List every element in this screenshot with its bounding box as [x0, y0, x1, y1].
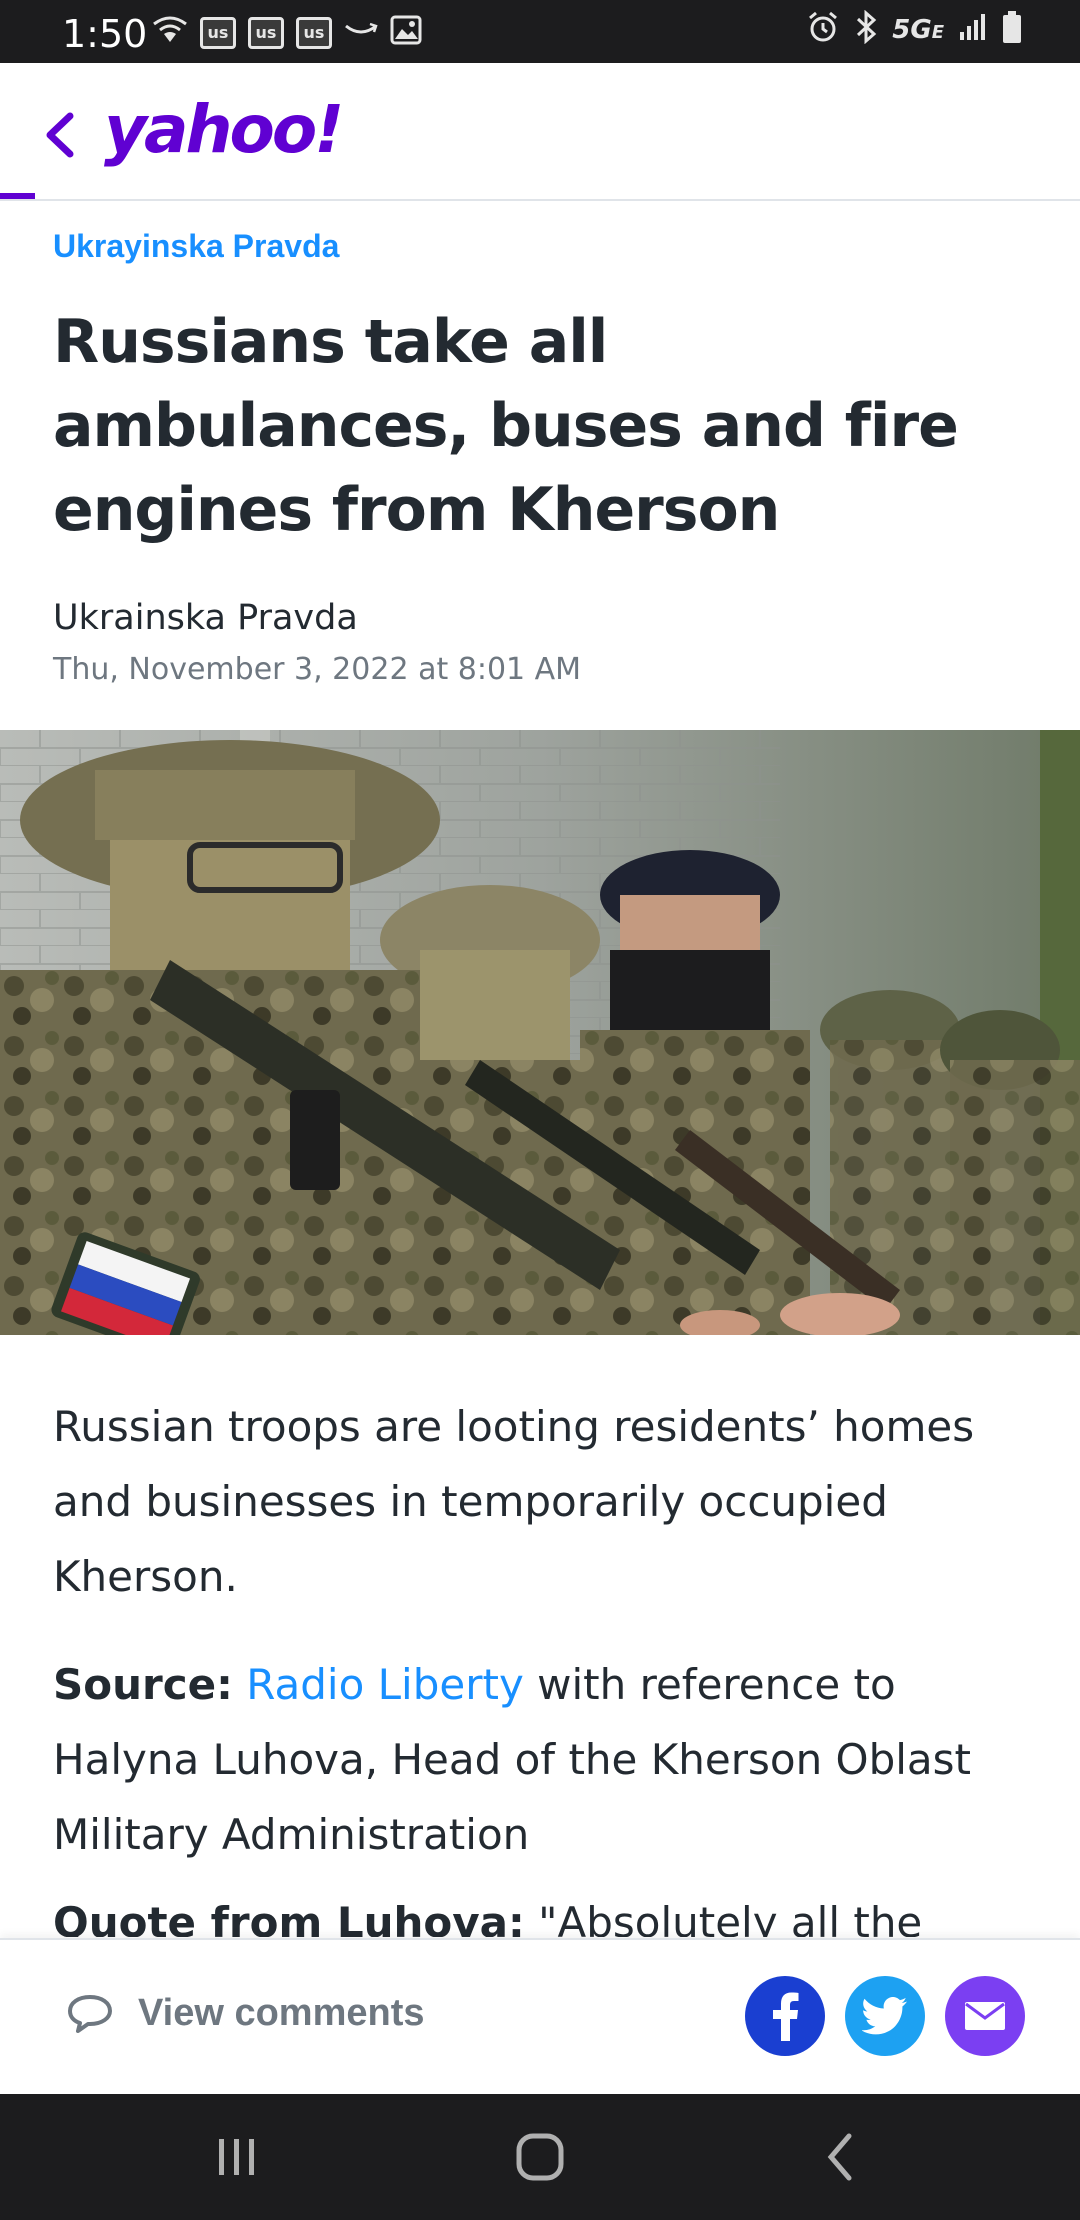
article-headline: Russians take all ambulances, buses and …	[53, 307, 959, 545]
back-button[interactable]	[36, 107, 82, 163]
comment-bubble-icon	[68, 1994, 112, 2033]
facebook-icon	[773, 1992, 799, 2041]
amazon-smile-icon	[344, 20, 378, 45]
article-hero-image[interactable]	[0, 730, 1080, 1335]
yahoo-logo[interactable]: yahoo!	[104, 91, 344, 168]
quote-label: Quote from Luhova:	[53, 1898, 525, 1937]
home-icon	[516, 2133, 564, 2181]
home-button[interactable]	[500, 2124, 580, 2190]
system-nav-bar	[0, 2094, 1080, 2220]
share-twitter-button[interactable]	[845, 1976, 925, 2056]
view-comments-button[interactable]: View comments	[66, 1992, 425, 2035]
recent-apps-button[interactable]	[197, 2124, 277, 2190]
article-author: Ukrainska Pravda	[53, 598, 358, 638]
article-source-paragraph: Source: Radio Liberty with reference to …	[53, 1647, 1033, 1872]
battery-icon	[1002, 10, 1022, 49]
status-bar: 1:50 us us us 5GE	[0, 0, 1080, 63]
source-link[interactable]: Radio Liberty	[246, 1660, 524, 1709]
bluetooth-icon	[854, 9, 878, 49]
article-paragraph: Russian troops are looting residents’ ho…	[53, 1402, 975, 1601]
wifi-calling-icon	[152, 14, 188, 51]
signal-icon	[958, 12, 988, 47]
gallery-icon	[390, 15, 422, 50]
quote-text: "Absolutely all the	[524, 1898, 923, 1937]
view-comments-label: View comments	[138, 1992, 425, 2034]
share-facebook-button[interactable]	[745, 1976, 825, 2056]
status-right-icons: 5GE	[806, 9, 1022, 49]
status-left-icons: us us us	[152, 14, 422, 51]
notification-badge-2: us	[248, 16, 284, 49]
notification-badge-3: us	[296, 16, 332, 49]
article-action-bar: View comments	[0, 1938, 1080, 2094]
article-quote-paragraph: Quote from Luhova: "Absolutely all the	[53, 1885, 1033, 1937]
alarm-icon	[806, 10, 840, 49]
back-arrow-icon	[827, 2133, 852, 2181]
twitter-icon	[862, 1997, 907, 2035]
share-email-button[interactable]	[945, 1976, 1025, 2056]
mail-icon	[965, 2002, 1005, 2030]
notification-badge-1: us	[200, 16, 236, 49]
reading-progress-bar	[0, 193, 35, 199]
app-header: yahoo!	[0, 63, 1080, 201]
soldiers-photo	[0, 730, 1080, 1335]
source-label: Source:	[53, 1660, 233, 1709]
status-time: 1:50	[62, 12, 148, 56]
recent-apps-icon	[219, 2139, 254, 2175]
chevron-left-icon	[46, 112, 74, 158]
system-back-button[interactable]	[800, 2124, 880, 2190]
provider-link[interactable]: Ukrayinska Pravda	[53, 228, 339, 265]
article-date: Thu, November 3, 2022 at 8:01 AM	[53, 652, 582, 687]
network-type: 5GE	[892, 14, 944, 45]
